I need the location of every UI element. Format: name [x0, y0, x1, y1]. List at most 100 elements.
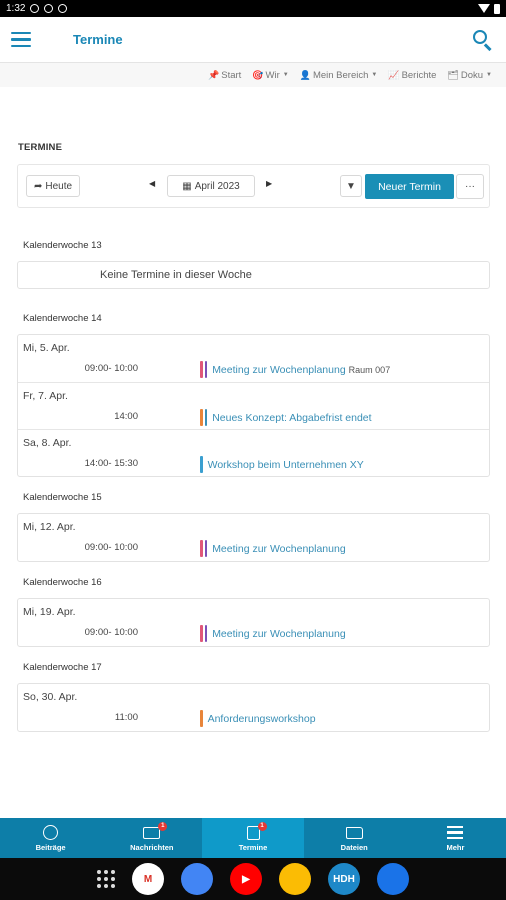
- messages-icon[interactable]: [377, 863, 409, 895]
- today-button[interactable]: ➦ Heute: [26, 175, 80, 197]
- folder-icon: [345, 826, 363, 839]
- event-title-link[interactable]: Anforderungsworkshop: [208, 713, 316, 725]
- notification-badge: 1: [257, 821, 267, 831]
- share-arrow-icon: ➦: [33, 180, 43, 192]
- nav-tab-dateien[interactable]: Dateien: [304, 818, 405, 858]
- nav-tab-mehr[interactable]: Mehr: [405, 818, 506, 858]
- week-events-box: Mi, 19. Apr. 09:00- 10:00 Meeting zur Woch…: [17, 598, 490, 647]
- category-bar: [200, 409, 203, 426]
- event-row: Sa, 8. Apr. 14:00- 15:30 Workshop beim Unt…: [18, 429, 489, 476]
- top-link-label: Start: [221, 69, 242, 81]
- caret-down-icon: ▼: [371, 72, 378, 78]
- event-entry[interactable]: Meeting zur Wochenplanung: [200, 625, 346, 642]
- more-options-button[interactable]: ···: [456, 174, 484, 199]
- youtube-icon[interactable]: ▶: [230, 863, 262, 895]
- top-link-label: Doku: [460, 69, 484, 81]
- folder-icon: 🗂: [447, 69, 459, 80]
- filter-icon: ▼: [346, 180, 356, 192]
- nav-label: Beiträge: [35, 842, 66, 852]
- app-bar: Termine: [0, 17, 506, 63]
- category-bar: [200, 710, 203, 727]
- menu-icon: [447, 826, 464, 839]
- category-bar: [200, 361, 203, 378]
- notification-badge: 1: [158, 821, 168, 831]
- event-title-link[interactable]: Neues Konzept: Abgabefrist endet: [212, 412, 371, 424]
- category-bar: [204, 361, 208, 378]
- next-month-icon[interactable]: ▶: [266, 179, 272, 188]
- event-row: Mi, 12. Apr. 09:00- 10:00 Meeting zur Woch…: [18, 514, 489, 561]
- gmail-icon[interactable]: M: [132, 863, 164, 895]
- top-link-berichte[interactable]: 📈 Berichte: [388, 70, 436, 81]
- globe-icon: [43, 825, 59, 840]
- top-link-start[interactable]: 📌 Start: [208, 70, 241, 81]
- event-date: Mi, 19. Apr.: [23, 606, 76, 618]
- event-title-link[interactable]: Meeting zur Wochenplanung: [212, 628, 345, 640]
- menu-icon[interactable]: [11, 31, 31, 48]
- nav-tab-termine[interactable]: 1 Termine: [202, 818, 304, 858]
- photos-icon[interactable]: [279, 863, 311, 895]
- event-room: Raum 007: [348, 364, 391, 375]
- nav-icon-wrapper: 1: [143, 821, 168, 841]
- category-bar: [200, 625, 203, 642]
- event-time: 09:00- 10:00: [84, 627, 138, 638]
- nav-tab-beiträge[interactable]: Beiträge: [0, 818, 101, 858]
- event-entry[interactable]: Workshop beim Unternehmen XY: [200, 456, 364, 473]
- event-row: So, 30. Apr. 11:00 Anforderungsworkshop: [18, 684, 489, 731]
- event-row: Mi, 5. Apr. 09:00- 10:00 Meeting zur Woche…: [18, 335, 489, 382]
- week-label: Kalenderwoche 14: [23, 313, 102, 324]
- event-date: Sa, 8. Apr.: [23, 437, 72, 449]
- top-link-doku[interactable]: 🗂 Doku ▼: [447, 70, 492, 81]
- event-entry[interactable]: Neues Konzept: Abgabefrist endet: [200, 409, 372, 426]
- section-title: TERMINE: [18, 142, 63, 153]
- search-icon[interactable]: [472, 29, 494, 51]
- category-bar: [204, 625, 208, 642]
- top-link-label: Berichte: [401, 69, 437, 81]
- event-title-link[interactable]: Meeting zur Wochenplanung: [212, 364, 345, 376]
- top-link-label: Mein Bereich: [312, 69, 369, 81]
- category-color-bars: [200, 710, 203, 727]
- person-icon: 👤: [299, 69, 311, 80]
- category-bar: [200, 456, 203, 473]
- nav-icon-wrapper: [43, 825, 59, 841]
- calendar-icon: ▦: [182, 180, 192, 192]
- event-entry[interactable]: Meeting zur Wochenplanung: [200, 540, 346, 557]
- caret-down-icon: ▼: [282, 72, 289, 78]
- top-link-mein-bereich[interactable]: 👤 Mein Bereich ▼: [300, 70, 378, 81]
- nav-icon-wrapper: [345, 825, 363, 841]
- hdh-icon[interactable]: HDH: [328, 863, 360, 895]
- shield-icon: [44, 4, 54, 13]
- event-entry[interactable]: Anforderungsworkshop: [200, 710, 316, 727]
- nav-tab-nachrichten[interactable]: 1 Nachrichten: [101, 818, 202, 858]
- week-events-box: Mi, 12. Apr. 09:00- 10:00 Meeting zur Woch…: [17, 513, 490, 562]
- event-date: Mi, 5. Apr.: [23, 342, 70, 354]
- week-label: Kalenderwoche 13: [23, 240, 102, 251]
- previous-month-icon[interactable]: ◀: [149, 179, 155, 188]
- event-title-link[interactable]: Workshop beim Unternehmen XY: [208, 459, 364, 471]
- event-title-link[interactable]: Meeting zur Wochenplanung: [212, 543, 345, 555]
- category-color-bars: [200, 361, 208, 378]
- category-color-bars: [200, 625, 208, 642]
- category-color-bars: [200, 456, 203, 473]
- chrome-icon[interactable]: [181, 863, 213, 895]
- event-time: 14:00: [114, 411, 138, 422]
- nav-label: Dateien: [340, 842, 368, 852]
- event-date: Fr, 7. Apr.: [23, 390, 68, 402]
- category-color-bars: [200, 409, 208, 426]
- filter-button[interactable]: ▼: [340, 175, 362, 197]
- category-bar: [204, 540, 208, 557]
- month-picker-button[interactable]: ▦ April 2023: [167, 175, 255, 197]
- week-label: Kalenderwoche 16: [23, 577, 102, 588]
- top-link-wir[interactable]: 🎯 Wir ▼: [252, 70, 288, 81]
- notification-icon: [30, 4, 40, 13]
- empty-week-message: Keine Termine in dieser Woche: [17, 261, 490, 289]
- new-event-button[interactable]: Neuer Termin: [365, 174, 454, 199]
- event-date: So, 30. Apr.: [23, 691, 78, 703]
- category-bar: [204, 409, 208, 426]
- app-drawer-icon[interactable]: [97, 870, 115, 888]
- event-time: 09:00- 10:00: [84, 542, 138, 553]
- nav-label: Termine: [238, 842, 268, 852]
- system-dock: M ▶ HDH: [0, 858, 506, 900]
- event-entry[interactable]: Meeting zur Wochenplanung Raum 007: [200, 361, 390, 378]
- event-row: Mi, 19. Apr. 09:00- 10:00 Meeting zur Woch…: [18, 599, 489, 646]
- status-bar: 1:32: [0, 0, 506, 17]
